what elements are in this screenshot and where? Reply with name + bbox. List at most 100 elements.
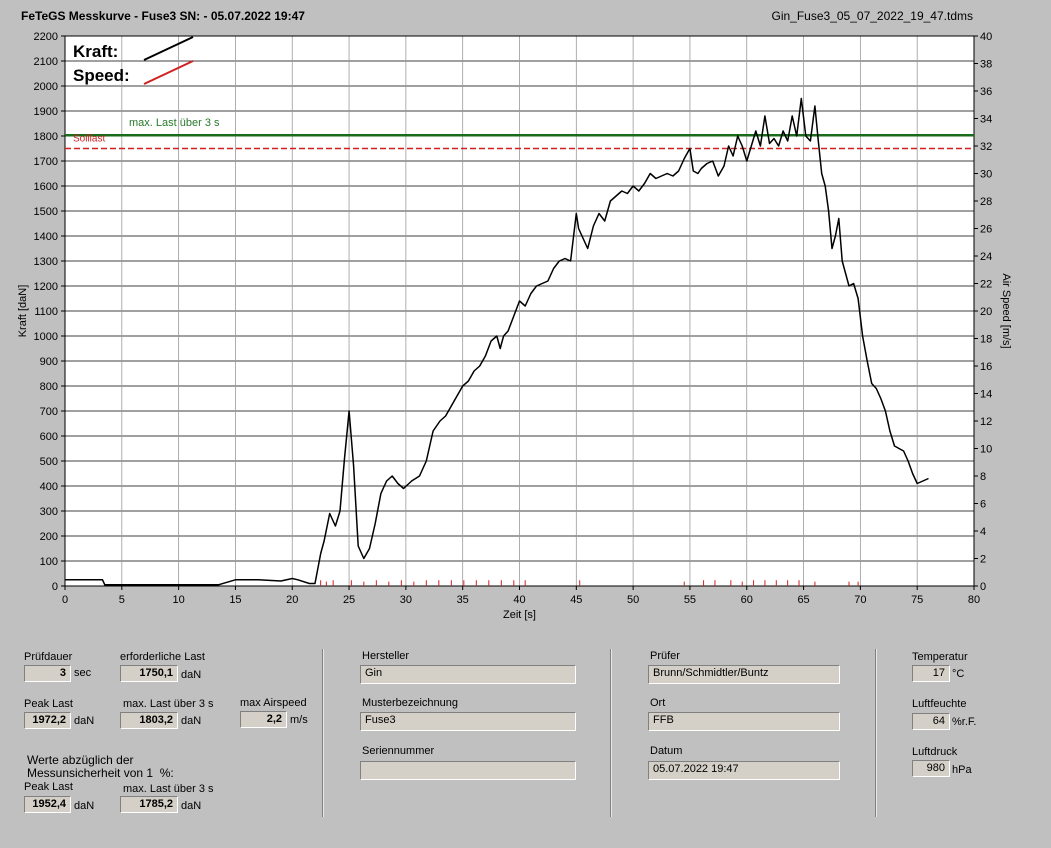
x-axis-label: Zeit [s] [503,609,536,621]
y2-tick-label: 28 [980,196,992,208]
y-tick-label: 1800 [34,131,58,143]
y-tick-label: 300 [40,506,58,518]
luftfeuchte-unit: %r.F. [952,716,977,728]
pruefdauer-unit: sec [74,667,92,679]
x-tick-label: 30 [400,594,412,606]
y2-tick-label: 22 [980,279,992,291]
peak-last-unit: daN [74,715,95,727]
erforderliche-last-label: erforderliche Last [120,651,205,663]
y-tick-label: 200 [40,531,58,543]
y-tick-label: 0 [52,581,58,593]
pruefer-field[interactable]: Brunn/Schmidtler/Buntz [648,665,840,684]
y2-tick-label: 8 [980,471,986,483]
x-tick-label: 40 [513,594,525,606]
y-tick-label: 100 [40,556,58,568]
y2-tick-label: 12 [980,416,992,428]
x-tick-label: 70 [854,594,866,606]
musterbezeichnung-label: Musterbezeichnung [362,697,459,709]
y-tick-label: 1700 [34,156,58,168]
y2-tick-label: 20 [980,306,992,318]
y2-tick-label: 26 [980,224,992,236]
hersteller-label: Hersteller [362,650,410,662]
y-tick-label: 1100 [34,306,58,318]
y2-tick-label: 32 [980,141,992,153]
uncertainty-note: Werte abzüglich der Messunsicherheit von… [27,753,174,780]
y-tick-label: 1000 [34,331,58,343]
separator [322,649,324,817]
max-last-label: max. Last über 3 s [123,698,214,710]
x-tick-label: 60 [741,594,753,606]
erforderliche-last-unit: daN [181,669,202,681]
y2-tick-label: 34 [980,114,992,126]
seriennummer-label: Seriennummer [362,745,435,757]
ort-field[interactable]: FFB [648,712,840,731]
y-tick-label: 600 [40,431,58,443]
y-tick-label: 700 [40,406,58,418]
y2-tick-label: 2 [980,554,986,566]
max-airspeed-unit: m/s [290,714,308,726]
y2-tick-label: 10 [980,444,992,456]
peak-last-label: Peak Last [24,698,73,710]
y2-tick-label: 38 [980,59,992,71]
x-tick-label: 20 [286,594,298,606]
pruefdauer-label: Prüfdauer [24,651,73,663]
y-tick-label: 1500 [34,206,58,218]
x-tick-label: 35 [457,594,469,606]
x-tick-label: 25 [343,594,355,606]
seriennummer-field[interactable] [360,761,576,780]
y-axis-label: Kraft [daN] [17,285,29,338]
y2-tick-label: 14 [980,389,992,401]
y2-axis-label: Air Speed [m/s] [1000,273,1012,348]
luftfeuchte-value: 64 [912,713,950,730]
pruefdauer-value: 3 [24,665,71,682]
x-tick-label: 0 [62,594,68,606]
legend-speed-label: Speed: [73,66,130,85]
luftdruck-unit: hPa [952,764,972,776]
y-tick-label: 2100 [34,56,58,68]
y-tick-label: 900 [40,356,58,368]
y-tick-label: 500 [40,456,58,468]
max-last-corrected-unit: daN [181,800,202,812]
x-tick-label: 10 [173,594,185,606]
y2-tick-label: 40 [980,31,992,43]
datum-field[interactable]: 05.07.2022 19:47 [648,761,840,780]
y-tick-label: 2000 [34,81,58,93]
luftdruck-label: Luftdruck [912,746,958,758]
x-tick-label: 15 [229,594,241,606]
max-last-corrected-value: 1785,2 [120,796,178,813]
y-tick-label: 800 [40,381,58,393]
peak-last-corrected-label: Peak Last [24,781,73,793]
force-chart: 0100200300400500600700800900100011001200… [17,31,1012,621]
temperatur-value: 17 [912,665,950,682]
x-tick-label: 45 [570,594,582,606]
max-last-line-label: max. Last über 3 s [129,117,220,129]
y2-tick-label: 24 [980,251,992,263]
y2-tick-label: 4 [980,526,986,538]
y-tick-label: 400 [40,481,58,493]
x-tick-label: 55 [684,594,696,606]
separator [610,649,612,817]
y2-tick-label: 6 [980,499,986,511]
max-last-unit: daN [181,715,202,727]
x-tick-label: 5 [119,594,125,606]
x-tick-label: 75 [911,594,923,606]
temperatur-label: Temperatur [912,651,968,663]
pruefer-label: Prüfer [650,650,680,662]
legend-kraft-label: Kraft: [73,42,118,61]
y2-tick-label: 18 [980,334,992,346]
datum-label: Datum [650,745,683,757]
max-last-corrected-label: max. Last über 3 s [123,783,214,795]
temperatur-unit: °C [952,668,965,680]
y-tick-label: 1400 [34,231,58,243]
y-tick-label: 1300 [34,256,58,268]
y-tick-label: 1200 [34,281,58,293]
peak-last-corrected-unit: daN [74,800,95,812]
solllast-line-label: Solllast [73,133,105,144]
musterbezeichnung-field[interactable]: Fuse3 [360,712,576,731]
max-airspeed-value: 2,2 [240,711,287,728]
luftdruck-value: 980 [912,760,950,777]
hersteller-field[interactable]: Gin [360,665,576,684]
luftfeuchte-label: Luftfeuchte [912,698,967,710]
y2-tick-label: 16 [980,361,992,373]
peak-last-value: 1972,2 [24,712,71,729]
